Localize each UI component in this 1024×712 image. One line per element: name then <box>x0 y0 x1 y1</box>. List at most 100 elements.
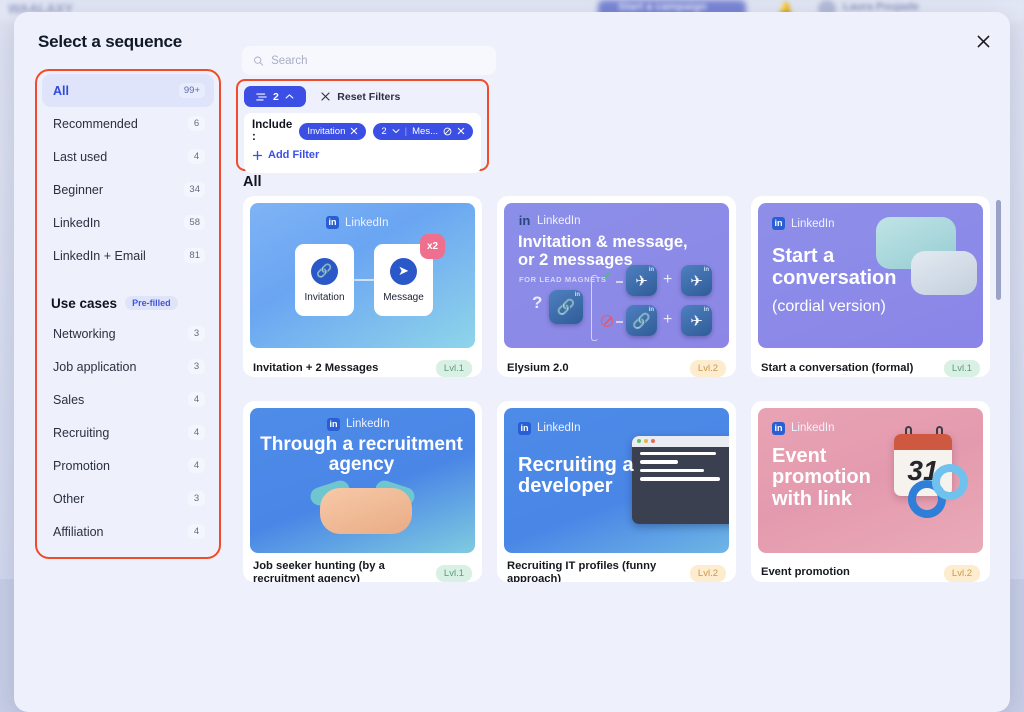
link-tile-icon-b: 🔗 in <box>626 305 657 336</box>
sequence-card-elysium[interactable]: in LinkedIn Invitation & message, or 2 m… <box>497 196 736 377</box>
sidebar-item-last-used[interactable]: Last used 4 <box>42 140 214 173</box>
sidebar-item-count: 58 <box>184 215 205 230</box>
link-icon: 🔗 <box>311 258 338 285</box>
linkedin-icon: in <box>772 422 785 435</box>
message-tile-icon-a: ✈ in <box>626 265 657 296</box>
card-footer: Recruiting IT profiles (funny approach) … <box>497 560 736 582</box>
sequence-card-invitation-2-messages[interactable]: in LinkedIn 🔗 Invitation ➤ Message x2 In… <box>243 196 482 377</box>
close-x-icon[interactable] <box>350 127 358 135</box>
step-node-invitation: 🔗 Invitation <box>295 244 354 316</box>
sidebar-item-affiliation[interactable]: Affiliation 4 <box>42 515 214 548</box>
sidebar-item-promotion[interactable]: Promotion 4 <box>42 449 214 482</box>
sidebar-item-count: 6 <box>188 116 205 131</box>
card-title: Invitation + 2 Messages <box>253 362 378 375</box>
card-footer: Start a conversation (formal) Lvl.1 <box>751 355 990 377</box>
search-icon <box>253 55 264 67</box>
sidebar-item-job-application[interactable]: Job application 3 <box>42 350 214 383</box>
card-art-title: Event promotion with link <box>772 446 882 511</box>
repeat-badge: x2 <box>420 234 445 259</box>
sidebar-item-other[interactable]: Other 3 <box>42 482 214 515</box>
add-filter-button[interactable]: Add Filter <box>252 149 319 161</box>
filters-highlight-box: 2 Reset Filters Include : Invitation <box>236 79 489 171</box>
filter-sliders-icon <box>256 92 267 102</box>
sidebar-item-count: 4 <box>188 425 205 440</box>
sidebar-item-count: 3 <box>188 491 205 506</box>
linkedin-icon: in <box>772 217 785 230</box>
sidebar-item-recommended[interactable]: Recommended 6 <box>42 107 214 140</box>
card-artwork: in LinkedIn Invitation & message, or 2 m… <box>504 203 729 348</box>
sidebar-item-linkedin-email[interactable]: LinkedIn + Email 81 <box>42 239 214 272</box>
sidebar-item-label: Recommended <box>53 117 188 131</box>
add-filter-label: Add Filter <box>268 149 319 161</box>
sidebar-item-networking[interactable]: Networking 3 <box>42 317 214 350</box>
sequence-card-recruiting-developer[interactable]: in LinkedIn Recruiting a developer Recru… <box>497 401 736 582</box>
linkedin-mini-icon: in <box>704 307 709 313</box>
sidebar-item-count: 4 <box>188 149 205 164</box>
card-artwork: in LinkedIn 🔗 Invitation ➤ Message x2 <box>250 203 475 348</box>
code-line <box>640 469 704 473</box>
close-x-icon <box>320 91 331 102</box>
grid-scrollbar-thumb[interactable] <box>996 200 1001 300</box>
card-art-title: Through a recruitment agency <box>258 435 465 476</box>
branch-dash <box>616 321 623 323</box>
sequence-card-start-conversation[interactable]: in LinkedIn Start a conversation (cordia… <box>751 196 990 377</box>
calendar-header <box>894 434 952 450</box>
link-glyph: 🔗 <box>632 312 651 330</box>
grid-scrollbar[interactable] <box>996 200 1001 586</box>
level-badge: Lvl.2 <box>690 360 726 377</box>
linkedin-mini-icon: in <box>649 307 654 313</box>
sidebar-item-label: Affiliation <box>53 525 188 539</box>
sequence-card-recruitment-agency[interactable]: in LinkedIn Through a recruitment agency… <box>243 401 482 582</box>
card-footer: Invitation + 2 Messages Lvl.1 <box>243 355 482 377</box>
reset-filters-label: Reset Filters <box>337 91 400 103</box>
card-title: Start a conversation (formal) <box>761 362 913 375</box>
sidebar-item-count: 4 <box>188 392 205 407</box>
close-button[interactable] <box>966 24 1000 58</box>
window-dot-red <box>651 439 655 443</box>
sidebar-item-label: Last used <box>53 150 188 164</box>
filter-count: 2 <box>273 91 279 103</box>
card-title: Elysium 2.0 <box>507 362 569 375</box>
sidebar-item-linkedin[interactable]: LinkedIn 58 <box>42 206 214 239</box>
linkedin-icon: in <box>518 422 531 435</box>
filter-toggle-button[interactable]: 2 <box>244 86 306 107</box>
sidebar-item-recruiting[interactable]: Recruiting 4 <box>42 416 214 449</box>
sidebar-item-all[interactable]: All 99+ <box>42 74 214 107</box>
linkedin-icon: in <box>327 418 340 431</box>
linkedin-icon: in <box>518 214 531 227</box>
plus-icon <box>252 150 263 161</box>
sidebar-item-beginner[interactable]: Beginner 34 <box>42 173 214 206</box>
brand-label: LinkedIn <box>346 418 389 430</box>
sidebar-item-count: 99+ <box>179 83 205 98</box>
sequence-grid: in LinkedIn 🔗 Invitation ➤ Message x2 In… <box>243 196 995 591</box>
sidebar-item-count: 81 <box>184 248 205 263</box>
linkedin-brand: in LinkedIn <box>518 214 580 227</box>
sidebar-item-label: All <box>53 84 179 98</box>
filter-chip-invitation[interactable]: Invitation <box>299 123 366 140</box>
results-heading: All <box>243 174 262 190</box>
card-art-subtitle: FOR LEAD MAGNETS <box>519 275 607 284</box>
chevron-up-icon <box>285 93 294 100</box>
close-x-icon[interactable] <box>457 127 465 135</box>
sequence-card-event-promotion[interactable]: 31 in LinkedIn Event promotion with link… <box>751 401 990 582</box>
link-tile-icon: 🔗 in <box>549 290 583 324</box>
search-input[interactable] <box>271 55 485 67</box>
sidebar-item-count: 34 <box>184 182 205 197</box>
search-box[interactable] <box>242 46 496 75</box>
page-title: Select a sequence <box>38 32 182 52</box>
filter-chip-messages[interactable]: 2 | Mes... <box>373 123 473 140</box>
link-glyph: 🔗 <box>557 298 576 316</box>
linkedin-icon: in <box>326 216 339 229</box>
card-art-title: Recruiting a developer <box>518 455 646 498</box>
reset-filters-button[interactable]: Reset Filters <box>320 91 400 103</box>
step-connector <box>354 279 376 281</box>
sidebar-item-sales[interactable]: Sales 4 <box>42 383 214 416</box>
card-artwork: in LinkedIn Through a recruitment agency <box>250 408 475 553</box>
sidebar-item-label: Networking <box>53 327 188 341</box>
message-tile-icon-b: ✈ in <box>681 265 712 296</box>
card-footer: Job seeker hunting (by a recruitment age… <box>243 560 482 582</box>
send-icon: ➤ <box>390 258 417 285</box>
chevron-down-icon[interactable] <box>392 128 400 134</box>
status-badge: Pre-filled <box>125 296 178 310</box>
no-entry-icon[interactable] <box>443 127 452 136</box>
